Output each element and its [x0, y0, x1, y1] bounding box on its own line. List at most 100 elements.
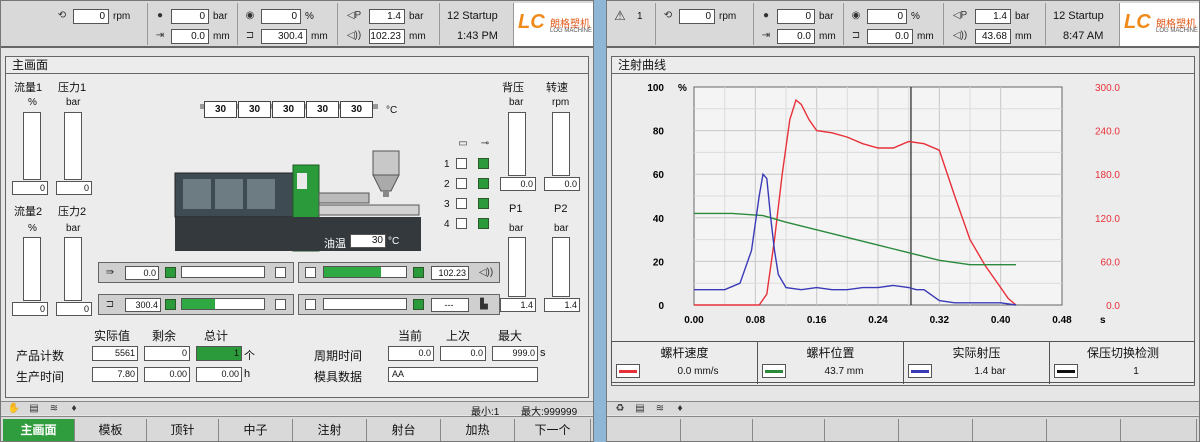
legend-swatch [908, 364, 932, 378]
nav-main[interactable]: 主画面 [3, 419, 75, 441]
nav-core[interactable]: 中子 [219, 419, 293, 441]
mold-checkbox[interactable] [275, 299, 286, 310]
mold-distance-icon: ⊐ [245, 30, 255, 41]
time-total[interactable]: 0.00 [196, 367, 242, 382]
position-field: 0.0 [171, 29, 209, 44]
y-right-tick-label: 120.0 [1095, 214, 1120, 225]
zone-2-checkbox[interactable] [456, 178, 467, 189]
injection-checkbox[interactable] [305, 267, 316, 278]
divider [147, 3, 148, 45]
legend-swatch [762, 364, 786, 378]
mold-distance-value: 300.4 [125, 298, 161, 312]
cycle-current: 0.0 [388, 346, 434, 361]
count-total[interactable]: 1 [196, 346, 242, 361]
header-total: 总计 [204, 329, 229, 343]
mold-distance-unit: mm [917, 31, 934, 42]
x-tick-label: 0.00 [684, 315, 704, 326]
header-current: 当前 [398, 329, 423, 343]
temp-zone-3[interactable]: 30 [272, 101, 305, 118]
oil-temp-unit: °C [388, 236, 400, 247]
carriage-progress [323, 298, 407, 310]
rpm-unit: rpm [719, 11, 737, 22]
document-icon: ▤ [29, 403, 39, 414]
carriage-checkbox[interactable] [305, 299, 316, 310]
y-left-tick-label: 0 [658, 301, 664, 312]
pressure1-bar [64, 112, 82, 180]
y-right-tick-label: 240.0 [1095, 127, 1120, 138]
nav-carriage[interactable]: 射台 [367, 419, 441, 441]
flow1-bar [23, 112, 41, 180]
injection-progress-fill [324, 267, 382, 277]
injection-indicator [413, 267, 424, 278]
temp-zone-5[interactable]: 30 [340, 101, 373, 118]
nav-empty-5[interactable] [899, 419, 973, 441]
brand-logo: LC 朗格塑机 LOG MACHINE [1119, 3, 1199, 46]
header-last: 上次 [446, 329, 471, 343]
plug-icon: ⊸ [480, 138, 490, 149]
carriage-tray: --- ▙ [298, 294, 500, 315]
nav-ejector[interactable]: 顶针 [147, 419, 219, 441]
mold-indicator [165, 299, 176, 310]
zone-4-checkbox[interactable] [456, 218, 467, 229]
flow2-label: 流量2 [14, 206, 43, 218]
legend-screw-position: 螺杆位置 43.7 mm [758, 342, 904, 384]
speed-unit: % [911, 11, 920, 22]
divider [655, 3, 656, 45]
x-tick-label: 0.08 [746, 315, 766, 326]
main-panel: 主画面 流量1 压力1 % bar 0 0 流量2 压力2 % bar 0 0 … [5, 56, 589, 398]
p1-bar [508, 237, 526, 297]
y-right-tick-label: 300.0 [1095, 83, 1120, 94]
nav-empty-3[interactable] [753, 419, 825, 441]
temp-zone-1[interactable]: 30 [204, 101, 237, 118]
p2-label: P2 [554, 203, 568, 215]
zone-1-checkbox[interactable] [456, 158, 467, 169]
bottom-navigation: 主画面 模板 顶针 中子 注射 射台 加热 下一个 [1, 416, 593, 441]
injection-position-icon: ◁)) [952, 30, 968, 41]
nav-next[interactable]: 下一个 [515, 419, 591, 441]
speed-field: 0 [261, 9, 301, 24]
mold-data-value[interactable]: AA [388, 367, 538, 382]
mold-distance-field: 300.4 [261, 29, 307, 44]
legend-screw-speed: 螺杆速度 0.0 mm/s [612, 342, 758, 384]
injection-position-icon: ◁)) [346, 30, 362, 41]
speed-icon: ◉ [245, 10, 255, 21]
speed-icon: ◉ [851, 10, 861, 21]
mold-distance-unit: mm [311, 31, 328, 42]
pressure-icon: ● [762, 10, 770, 21]
injection-progress [323, 266, 407, 278]
x-tick-label: 0.16 [807, 315, 827, 326]
position-unit: mm [213, 31, 230, 42]
temp-zone-2[interactable]: 30 [238, 101, 271, 118]
nav-empty-4[interactable] [825, 419, 899, 441]
rotation-speed-bar [552, 112, 570, 176]
nav-empty-1[interactable] [609, 419, 681, 441]
x-axis-label: s [1100, 315, 1106, 326]
temp-zone-4[interactable]: 30 [306, 101, 339, 118]
product-count-label: 产品计数 [16, 349, 65, 363]
clamp-checkbox[interactable] [275, 267, 286, 278]
time-remaining[interactable]: 0.00 [144, 367, 190, 382]
nav-mold[interactable]: 模板 [75, 419, 147, 441]
injection-pressure-unit: bar [1015, 11, 1030, 22]
nav-injection[interactable]: 注射 [293, 419, 367, 441]
zone-3-checkbox[interactable] [456, 198, 467, 209]
divider [337, 3, 338, 45]
zone-2-indicator [478, 178, 489, 189]
count-remaining[interactable]: 0 [144, 346, 190, 361]
cycle-max[interactable]: 999.0 [492, 346, 538, 361]
logo-text-en: LOG MACHINE [1156, 28, 1199, 34]
carriage-indicator [413, 299, 424, 310]
nav-empty-2[interactable] [681, 419, 753, 441]
flow2-unit: % [28, 223, 37, 234]
alarm-icon[interactable]: ⚠ [613, 9, 627, 23]
panel-title: 注射曲线 [612, 57, 1194, 74]
logo-mark: LC [518, 11, 545, 33]
pressure2-label: 压力2 [58, 206, 87, 218]
nav-empty-6[interactable] [973, 419, 1047, 441]
time-unit: h [244, 368, 251, 380]
nav-empty-8[interactable] [1121, 419, 1197, 441]
nav-heating[interactable]: 加热 [441, 419, 515, 441]
legend-value: 1 [1133, 366, 1139, 377]
nav-empty-7[interactable] [1047, 419, 1121, 441]
y-left-tick-label: 100 [647, 83, 664, 94]
